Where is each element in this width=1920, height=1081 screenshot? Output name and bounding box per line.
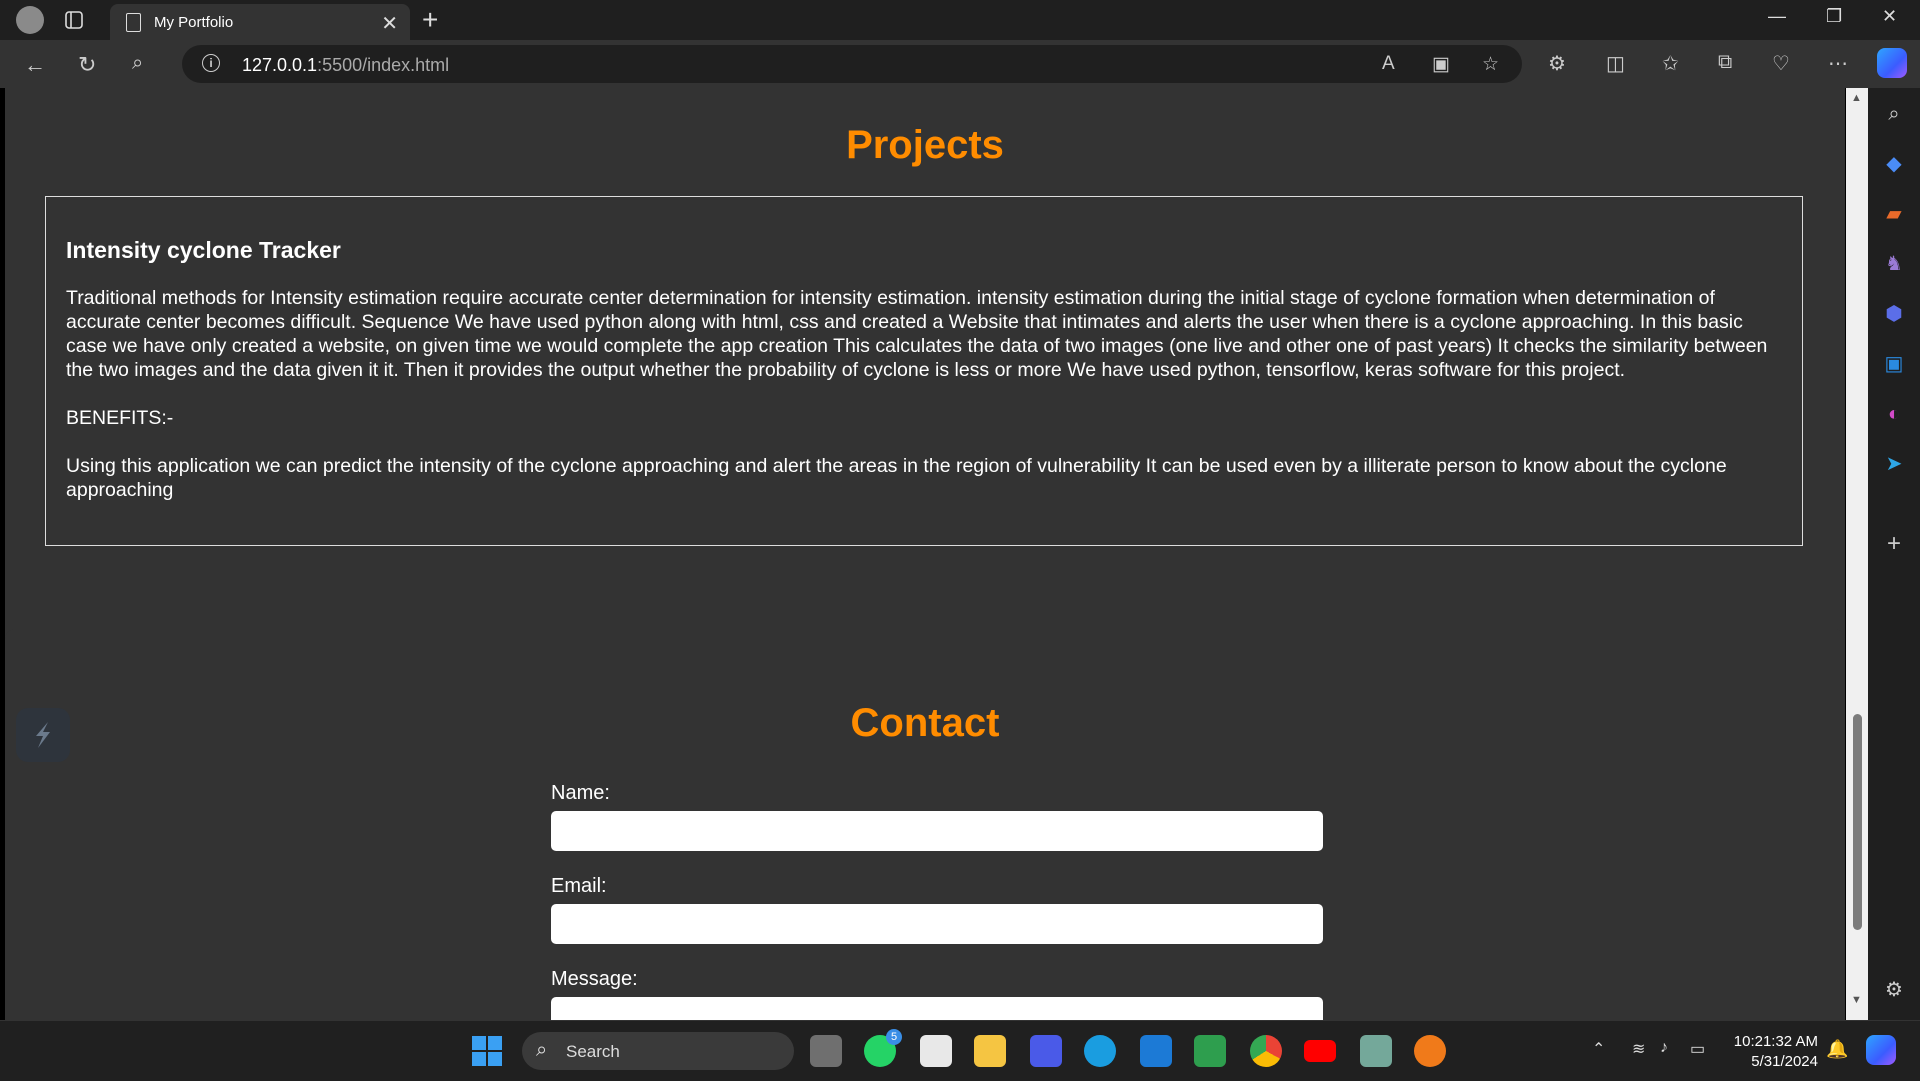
math-app-icon[interactable] [1030,1035,1062,1067]
add-icon[interactable]: + [1882,532,1906,556]
games-icon[interactable]: ♞ [1882,252,1906,276]
close-tab-icon[interactable]: ✕ [381,11,398,36]
edge-sidebar: ⌕ ◆ ▰ ♞ ⬢ ▣ ◐ ➤ + ⚙ [1868,88,1920,1020]
vscode-icon[interactable] [1140,1035,1172,1067]
whatsapp-icon[interactable]: 5 [864,1029,902,1067]
settings-icon[interactable]: ⚙ [1882,978,1906,1002]
project-title: Intensity cyclone Tracker [66,237,341,263]
extensions-icon[interactable]: ⚙ [1548,51,1566,76]
page-icon [126,13,141,32]
page-viewport: Projects Intensity cyclone Tracker Tradi… [0,88,1846,1020]
wifi-icon[interactable]: ≋ [1632,1039,1645,1059]
designer-icon[interactable]: ◐ [1882,402,1906,426]
contact-heading: Contact [850,701,1000,745]
scrollbar-thumb[interactable] [1853,714,1862,930]
name-label: Name: [551,782,610,804]
tab-title: My Portfolio [154,14,234,31]
message-label: Message: [551,968,638,990]
immersive-reader-icon[interactable]: ▣ [1432,53,1450,76]
show-hidden-icons-icon[interactable]: ⌃ [1592,1039,1605,1059]
windows-taskbar: ⌕ Search 5 ⌃ ≋ ♪ ▭ 10:21:32 AM 5/31/2024… [0,1020,1920,1081]
notification-icon[interactable]: 🔔 [1826,1039,1848,1060]
floating-extension-button[interactable] [16,708,70,762]
app-c-icon[interactable] [1414,1035,1446,1067]
sidebar-search-icon[interactable]: ⌕ [1882,102,1906,126]
info-icon[interactable]: i [202,54,220,72]
projects-heading: Projects [846,123,1004,167]
task-view-icon[interactable] [810,1035,842,1067]
clock-date: 5/31/2024 [1751,1053,1818,1070]
tools-icon[interactable]: ▰ [1882,202,1906,226]
url-text[interactable]: 127.0.0.1:5500/index.html [242,55,449,76]
telegram-icon[interactable]: ➤ [1882,452,1906,476]
tab-bar: My Portfolio ✕ + — ❐ ✕ [0,0,1920,40]
benefits-label: BENEFITS:- [66,407,174,429]
search-icon[interactable]: ⌕ [132,52,143,75]
benefits-text: Using this application we can predict th… [66,455,1727,501]
address-bar[interactable]: i 127.0.0.1:5500/index.html A ▣ ☆ [182,45,1522,83]
profile-avatar-icon[interactable] [16,6,44,34]
taskbar-search-icon: ⌕ [536,1039,548,1061]
taskbar-search[interactable]: ⌕ Search [522,1032,794,1070]
projects-section: Projects Intensity cyclone Tracker Tradi… [5,88,1845,696]
more-icon[interactable]: ⋯ [1828,51,1848,76]
favorite-star-icon[interactable]: ☆ [1482,53,1499,76]
battery-icon[interactable]: ▭ [1690,1039,1705,1059]
taskbar-search-label: Search [566,1042,620,1061]
name-input[interactable] [551,811,1323,851]
minimize-icon[interactable]: — [1768,6,1786,27]
outlook-icon[interactable]: ▣ [1882,352,1906,376]
scroll-up-icon[interactable]: ▲ [1851,92,1862,104]
refresh-icon[interactable]: ↻ [78,52,96,78]
youtube-icon[interactable] [1304,1040,1336,1062]
microsoft365-icon[interactable]: ⬢ [1882,302,1906,326]
restore-icon[interactable]: ❐ [1826,6,1842,27]
shopping-icon[interactable]: ◆ [1882,152,1906,176]
copilot-icon[interactable] [1877,48,1907,78]
url-host: 127.0.0.1 [242,55,318,75]
collections-icon[interactable]: ⧉ [1718,51,1732,74]
url-path: :5500/index.html [317,55,450,75]
file-explorer-icon[interactable] [974,1035,1006,1067]
project-card: Intensity cyclone Tracker Traditional me… [45,196,1803,546]
clock-time: 10:21:32 AM [1733,1033,1818,1050]
chatgpt-icon[interactable] [1360,1035,1392,1067]
scroll-down-icon[interactable]: ▼ [1851,994,1862,1006]
taskbar-copilot-icon[interactable] [1866,1035,1896,1065]
address-toolbar: ← ↻ ⌕ i 127.0.0.1:5500/index.html A ▣ ☆ … [0,40,1920,88]
edge-icon[interactable] [1084,1035,1116,1067]
volume-icon[interactable]: ♪ [1660,1039,1668,1057]
microsoft-store-icon[interactable] [920,1035,952,1067]
page-scrollbar[interactable]: ▲ ▼ [1846,88,1868,1020]
sheets-icon[interactable] [1194,1035,1226,1067]
email-label: Email: [551,875,607,897]
split-screen-icon[interactable]: ◫ [1606,51,1625,76]
browser-essentials-icon[interactable]: ♡ [1772,51,1790,76]
tab-my-portfolio[interactable]: My Portfolio ✕ [110,4,410,40]
close-window-icon[interactable]: ✕ [1882,6,1897,27]
lightning-icon [36,722,50,748]
message-input[interactable] [551,997,1323,1020]
favorites-icon[interactable]: ✩ [1662,51,1679,76]
email-input[interactable] [551,904,1323,944]
chrome-icon[interactable] [1250,1035,1282,1067]
whatsapp-badge: 5 [886,1029,902,1045]
project-description: Traditional methods for Intensity estima… [66,287,1768,381]
tab-actions-icon[interactable] [62,8,86,32]
new-tab-icon[interactable]: + [422,4,438,36]
start-icon[interactable] [472,1036,502,1066]
system-clock[interactable]: 10:21:32 AM 5/31/2024 [1718,1032,1818,1072]
contact-section: Contact Name: Email: Message: [5,629,1845,1020]
read-aloud-icon[interactable]: A [1382,53,1395,75]
back-icon[interactable]: ← [24,52,46,78]
